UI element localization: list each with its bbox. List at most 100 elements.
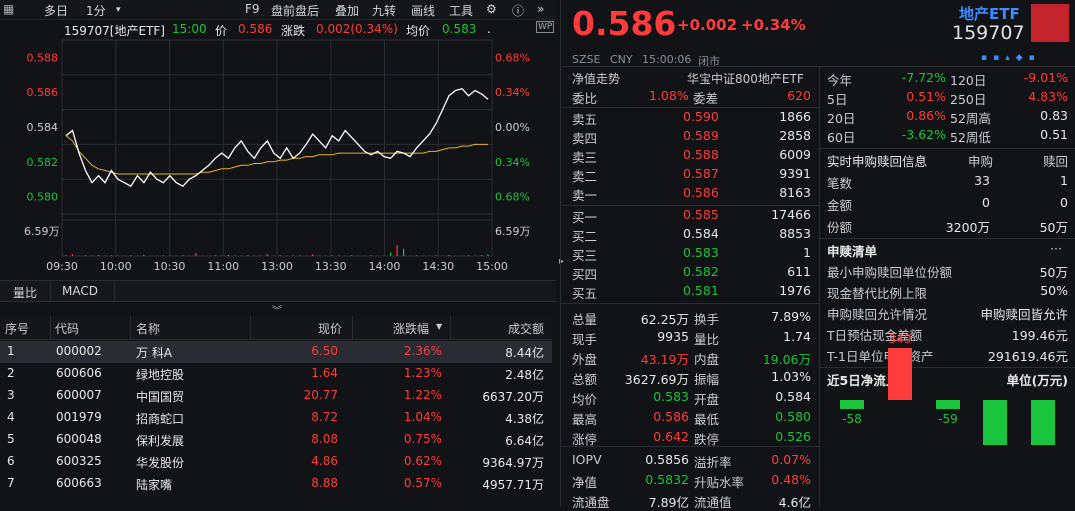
- return-label: 20日: [827, 108, 855, 127]
- more-icon[interactable]: ···: [1050, 241, 1062, 256]
- sub-col: 申购: [968, 151, 993, 170]
- volume-bar: [98, 255, 99, 256]
- ask-row[interactable]: 卖三0.5886009: [561, 147, 819, 166]
- net-inflow-bar: [983, 400, 1007, 445]
- realtime-row: 份额3200万50万: [820, 217, 1075, 236]
- col-index[interactable]: 序号: [5, 320, 29, 337]
- f9-button[interactable]: F9: [245, 2, 260, 16]
- collapse-icon[interactable]: ▦: [3, 2, 14, 16]
- period-select[interactable]: 1分: [86, 2, 106, 19]
- volume-label-left: 6.59万: [24, 225, 60, 238]
- col-pct[interactable]: 涨跌幅: [393, 320, 429, 337]
- ask-row[interactable]: 卖五0.5901866: [561, 109, 819, 128]
- col-name[interactable]: 名称: [136, 320, 160, 337]
- tools-button[interactable]: 工具: [449, 2, 473, 19]
- quote-time: 15:00:06: [642, 53, 691, 66]
- bid-label: 买五: [572, 283, 597, 302]
- volume-bar: [416, 255, 417, 256]
- volume-bar: [448, 255, 449, 256]
- stat-label: 换手: [694, 309, 719, 328]
- table-row[interactable]: 3600007中国国贸20.771.22%6637.20万: [0, 385, 552, 407]
- volume-bar: [312, 254, 313, 256]
- row-amount: 9364.97万: [482, 454, 544, 471]
- bid-row[interactable]: 买一0.58517466: [561, 207, 819, 226]
- return-row: 今年-7.72%120日-9.01%: [820, 70, 1075, 89]
- return-value: 0.83: [1040, 108, 1068, 123]
- wp-icon[interactable]: WP: [536, 21, 554, 33]
- net-inflow-unit: 单位(万元): [1007, 370, 1068, 389]
- nine-turn-button[interactable]: 九转: [372, 2, 396, 19]
- volume-bar: [85, 255, 86, 256]
- volume-bar: [143, 255, 144, 256]
- tab-volume-ratio[interactable]: 量比: [13, 284, 37, 301]
- table-row[interactable]: 6600325华发股份4.860.62%9364.97万: [0, 451, 552, 473]
- help-icon[interactable]: ⓘ: [512, 2, 524, 19]
- currency: CNY: [610, 53, 633, 66]
- table-row[interactable]: 2600606绿地控股1.641.23%2.48亿: [0, 363, 552, 385]
- chevron-down-icon[interactable]: ▾: [116, 5, 121, 15]
- col-amount[interactable]: 成交额: [508, 320, 544, 337]
- sub-list-value: 199.46元: [1012, 325, 1068, 344]
- realtime-label: 金额: [827, 195, 852, 214]
- stat-label: 总额: [572, 369, 597, 388]
- table-row[interactable]: 4001979招商蛇口8.721.04%4.38亿: [0, 407, 552, 429]
- gear-icon[interactable]: ⚙: [486, 2, 497, 16]
- row-pct: 0.75%: [404, 432, 442, 446]
- ask-row[interactable]: 卖一0.5868163: [561, 185, 819, 204]
- bid-row[interactable]: 买二0.5848853: [561, 226, 819, 245]
- table-row[interactable]: 7600663陆家嘴8.880.57%4957.71万: [0, 473, 552, 495]
- row-name: 中国国贸: [136, 388, 184, 405]
- ask-price: 0.586: [683, 185, 719, 200]
- ratio-label: 委比: [572, 88, 597, 107]
- collapse-down-icon[interactable]: ︾: [272, 302, 282, 317]
- sort-desc-icon[interactable]: ▼: [436, 322, 442, 331]
- row-index: 3: [7, 388, 15, 402]
- overlay-button[interactable]: 叠加: [335, 2, 359, 19]
- bid-row[interactable]: 买四0.582611: [561, 264, 819, 283]
- return-value: 0.86%: [906, 108, 946, 123]
- panel-tool-icons[interactable]: ▪▪▴◆▪: [981, 53, 1071, 65]
- row-amount: 6637.20万: [482, 388, 544, 405]
- y-tick-left: 0.580: [27, 191, 59, 204]
- multi-day-button[interactable]: 多日: [44, 2, 68, 19]
- table-row[interactable]: 1000002万 科A6.502.36%8.44亿: [0, 341, 552, 363]
- col-code[interactable]: 代码: [55, 320, 79, 337]
- draw-line-button[interactable]: 画线: [411, 2, 435, 19]
- sub-list-label: 现金替代比例上限: [827, 283, 927, 302]
- fund-code: 159707: [952, 22, 1025, 44]
- bid-price: 0.585: [683, 207, 719, 222]
- sub-list-row: T日预估现金差额199.46元: [820, 325, 1075, 344]
- sub-value: 33: [974, 173, 990, 188]
- col-price[interactable]: 现价: [318, 320, 342, 337]
- ask-label: 卖二: [572, 166, 597, 185]
- ask-volume: 2858: [779, 128, 811, 143]
- volume-bar: [267, 254, 268, 256]
- nav-trend-link[interactable]: 净值走势: [572, 70, 620, 87]
- return-label: 120日: [950, 70, 986, 89]
- tab-macd[interactable]: MACD: [62, 284, 98, 298]
- volume-bar: [468, 255, 469, 256]
- ask-row[interactable]: 卖四0.5892858: [561, 128, 819, 147]
- divider: [820, 367, 1075, 368]
- row-code: 600663: [56, 476, 102, 490]
- stat-value: 19.06万: [763, 349, 811, 368]
- return-label: 今年: [827, 70, 852, 89]
- bid-price: 0.582: [683, 264, 719, 279]
- stat-value: 9935: [657, 329, 689, 344]
- bid-row[interactable]: 买五0.5811976: [561, 283, 819, 302]
- bid-row[interactable]: 买三0.5831: [561, 245, 819, 264]
- intraday-chart[interactable]: 0.5880.5860.5840.5820.580 0.68%0.34%0.00…: [0, 34, 556, 280]
- pre-post-button[interactable]: 盘前盘后: [271, 2, 319, 19]
- row-name: 保利发展: [136, 432, 184, 449]
- x-tick: 11:00: [207, 260, 239, 273]
- expand-icon[interactable]: »: [537, 2, 544, 16]
- x-tick: 13:30: [315, 260, 347, 273]
- ask-row[interactable]: 卖二0.5879391: [561, 166, 819, 185]
- table-row[interactable]: 5600048保利发展8.080.75%6.64亿: [0, 429, 552, 451]
- volume-bar: [163, 255, 164, 256]
- bid-volume: 17466: [771, 207, 811, 222]
- divider: [561, 107, 819, 108]
- stat-label: 总量: [572, 309, 597, 328]
- diff-value: 620: [787, 88, 811, 103]
- stat-label: 内盘: [694, 349, 719, 368]
